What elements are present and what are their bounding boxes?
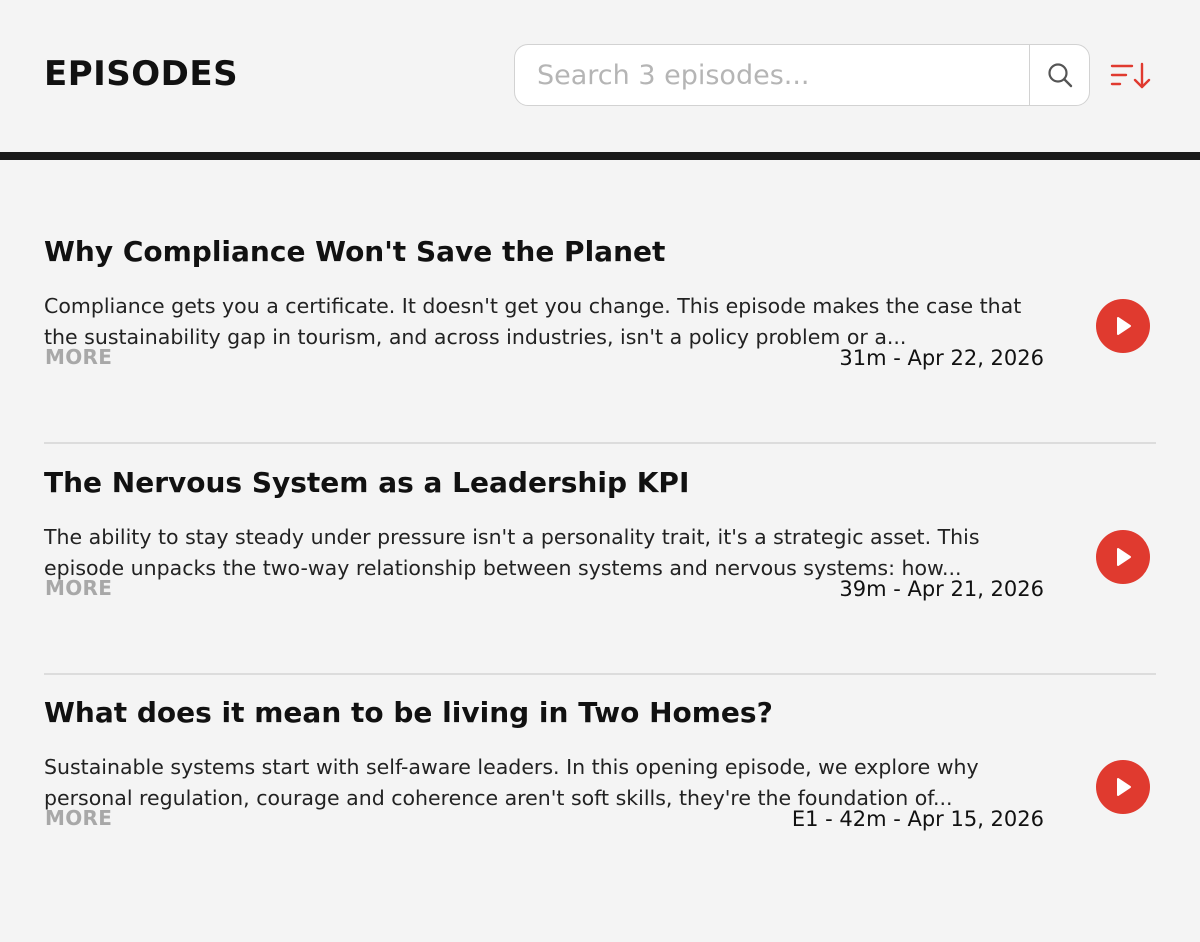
play-icon bbox=[1117, 317, 1131, 335]
play-button[interactable] bbox=[1096, 760, 1150, 814]
episodes-header: EPISODES bbox=[0, 0, 1200, 152]
episode-description: The ability to stay steady under pressur… bbox=[44, 525, 980, 580]
header-divider bbox=[0, 152, 1200, 160]
search-input[interactable] bbox=[515, 45, 1029, 105]
play-icon bbox=[1117, 548, 1131, 566]
episode-description: Compliance gets you a certificate. It do… bbox=[44, 294, 1022, 349]
sort-descending-icon bbox=[1110, 62, 1151, 89]
episode-title[interactable]: The Nervous System as a Leadership KPI bbox=[44, 466, 689, 499]
play-button[interactable] bbox=[1096, 530, 1150, 584]
episode-meta: 39m - Apr 21, 2026 bbox=[839, 577, 1044, 601]
more-link[interactable]: MORE bbox=[45, 806, 112, 830]
sort-button[interactable] bbox=[1108, 58, 1154, 94]
episode-item[interactable]: What does it mean to be living in Two Ho… bbox=[44, 674, 1156, 905]
search-box bbox=[514, 44, 1090, 106]
more-link[interactable]: MORE bbox=[45, 576, 112, 600]
episode-meta: 31m - Apr 22, 2026 bbox=[839, 346, 1044, 370]
search-icon bbox=[1047, 63, 1072, 88]
page-title: EPISODES bbox=[44, 54, 239, 94]
episode-item[interactable]: Why Compliance Won't Save the Planet Com… bbox=[44, 213, 1156, 444]
episode-title[interactable]: Why Compliance Won't Save the Planet bbox=[44, 235, 665, 268]
episode-title[interactable]: What does it mean to be living in Two Ho… bbox=[44, 696, 773, 729]
more-link[interactable]: MORE bbox=[45, 345, 112, 369]
episode-item[interactable]: The Nervous System as a Leadership KPI T… bbox=[44, 444, 1156, 675]
episode-description: Sustainable systems start with self-awar… bbox=[44, 755, 979, 810]
play-icon bbox=[1117, 778, 1131, 796]
play-button[interactable] bbox=[1096, 299, 1150, 353]
search-button[interactable] bbox=[1029, 45, 1089, 105]
episode-meta: E1 - 42m - Apr 15, 2026 bbox=[791, 807, 1044, 831]
